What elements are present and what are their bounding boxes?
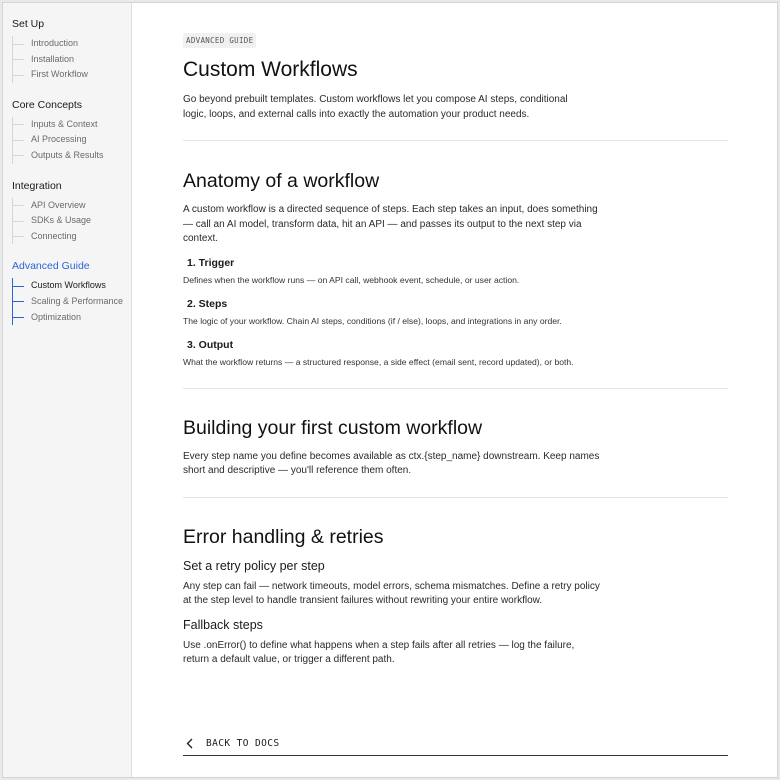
nav-items: Custom Workflows Scaling & Performance O… — [12, 278, 131, 326]
page-lead: Go beyond prebuilt templates. Custom wor… — [183, 94, 568, 120]
nav-group-title[interactable]: Integration — [3, 179, 131, 194]
fallback-steps-text: Use .onError() to define what happens wh… — [183, 639, 575, 666]
main-content: ADVANCED GUIDE Custom Workflows Go beyon… — [132, 3, 777, 777]
building-text: Every step name you define becomes avail… — [183, 450, 600, 477]
sidebar-item-first-workflow[interactable]: First Workflow — [13, 67, 131, 83]
step-item: 2. Steps The logic of your workflow. Cha… — [183, 298, 728, 327]
page-title: Custom Workflows — [183, 58, 358, 81]
section-heading-building: Building your first custom workflow — [183, 416, 483, 439]
nav-group-title[interactable]: Set Up — [3, 17, 131, 32]
nav-items: API Overview SDKs & Usage Connecting — [12, 197, 131, 245]
back-to-docs-link[interactable]: BACK TO DOCS — [183, 731, 728, 756]
step-title: 2. Steps — [187, 297, 228, 310]
nav-group-title[interactable]: Advanced Guide — [3, 259, 131, 274]
sidebar-item-sdks-usage[interactable]: SDKs & Usage — [13, 213, 131, 229]
sidebar-item-introduction[interactable]: Introduction — [13, 36, 131, 52]
step-title: 3. Output — [187, 338, 234, 351]
section-divider — [183, 496, 728, 498]
section-heading-anatomy: Anatomy of a workflow — [183, 170, 380, 192]
step-item: 3. Output What the workflow returns — a … — [183, 339, 728, 368]
nav-group-integration: Integration API Overview SDKs & Usage Co… — [3, 179, 131, 245]
sidebar-item-outputs-results[interactable]: Outputs & Results — [13, 148, 131, 164]
step-description: Defines when the workflow runs — on API … — [183, 274, 520, 285]
nav-group-title[interactable]: Core Concepts — [3, 98, 131, 113]
anatomy-intro: A custom workflow is a directed sequence… — [183, 204, 598, 244]
step-item: 1. Trigger Defines when the workflow run… — [183, 257, 728, 286]
section-heading-errors: Error handling & retries — [183, 525, 384, 548]
nav-items: Introduction Installation First Workflow — [12, 36, 131, 83]
retry-policy-text: Any step can fail — network timeouts, mo… — [183, 580, 600, 607]
nav-group-advanced-guide: Advanced Guide Custom Workflows Scaling … — [3, 259, 131, 326]
step-description: The logic of your workflow. Chain AI ste… — [183, 315, 562, 326]
section-eyebrow-badge: ADVANCED GUIDE — [183, 33, 257, 48]
nav-items: Inputs & Context AI Processing Outputs &… — [12, 116, 131, 164]
back-to-docs-label: BACK TO DOCS — [206, 737, 280, 749]
sidebar-item-api-overview[interactable]: API Overview — [13, 198, 131, 214]
subheading-fallback-steps: Fallback steps — [183, 617, 263, 632]
sidebar-item-optimization[interactable]: Optimization — [13, 310, 131, 326]
sidebar-item-ai-processing[interactable]: AI Processing — [13, 132, 131, 148]
sidebar-nav: Set Up Introduction Installation First W… — [3, 3, 132, 777]
sidebar-item-connecting[interactable]: Connecting — [13, 229, 131, 245]
nav-group-core-concepts: Core Concepts Inputs & Context AI Proces… — [3, 98, 131, 164]
step-description: What the workflow returns — a structured… — [183, 356, 574, 367]
docs-window: Set Up Introduction Installation First W… — [2, 2, 778, 778]
sidebar-item-custom-workflows[interactable]: Custom Workflows — [13, 278, 131, 294]
nav-group-setup: Set Up Introduction Installation First W… — [3, 17, 131, 83]
step-title: 1. Trigger — [187, 256, 235, 269]
section-divider — [183, 140, 728, 141]
section-divider — [183, 387, 728, 389]
sidebar-item-scaling-performance[interactable]: Scaling & Performance — [13, 294, 131, 310]
chevron-left-icon — [186, 738, 193, 748]
subheading-retry-policy: Set a retry policy per step — [183, 558, 325, 573]
sidebar-item-installation[interactable]: Installation — [13, 52, 131, 68]
sidebar-item-inputs-context[interactable]: Inputs & Context — [13, 117, 131, 133]
